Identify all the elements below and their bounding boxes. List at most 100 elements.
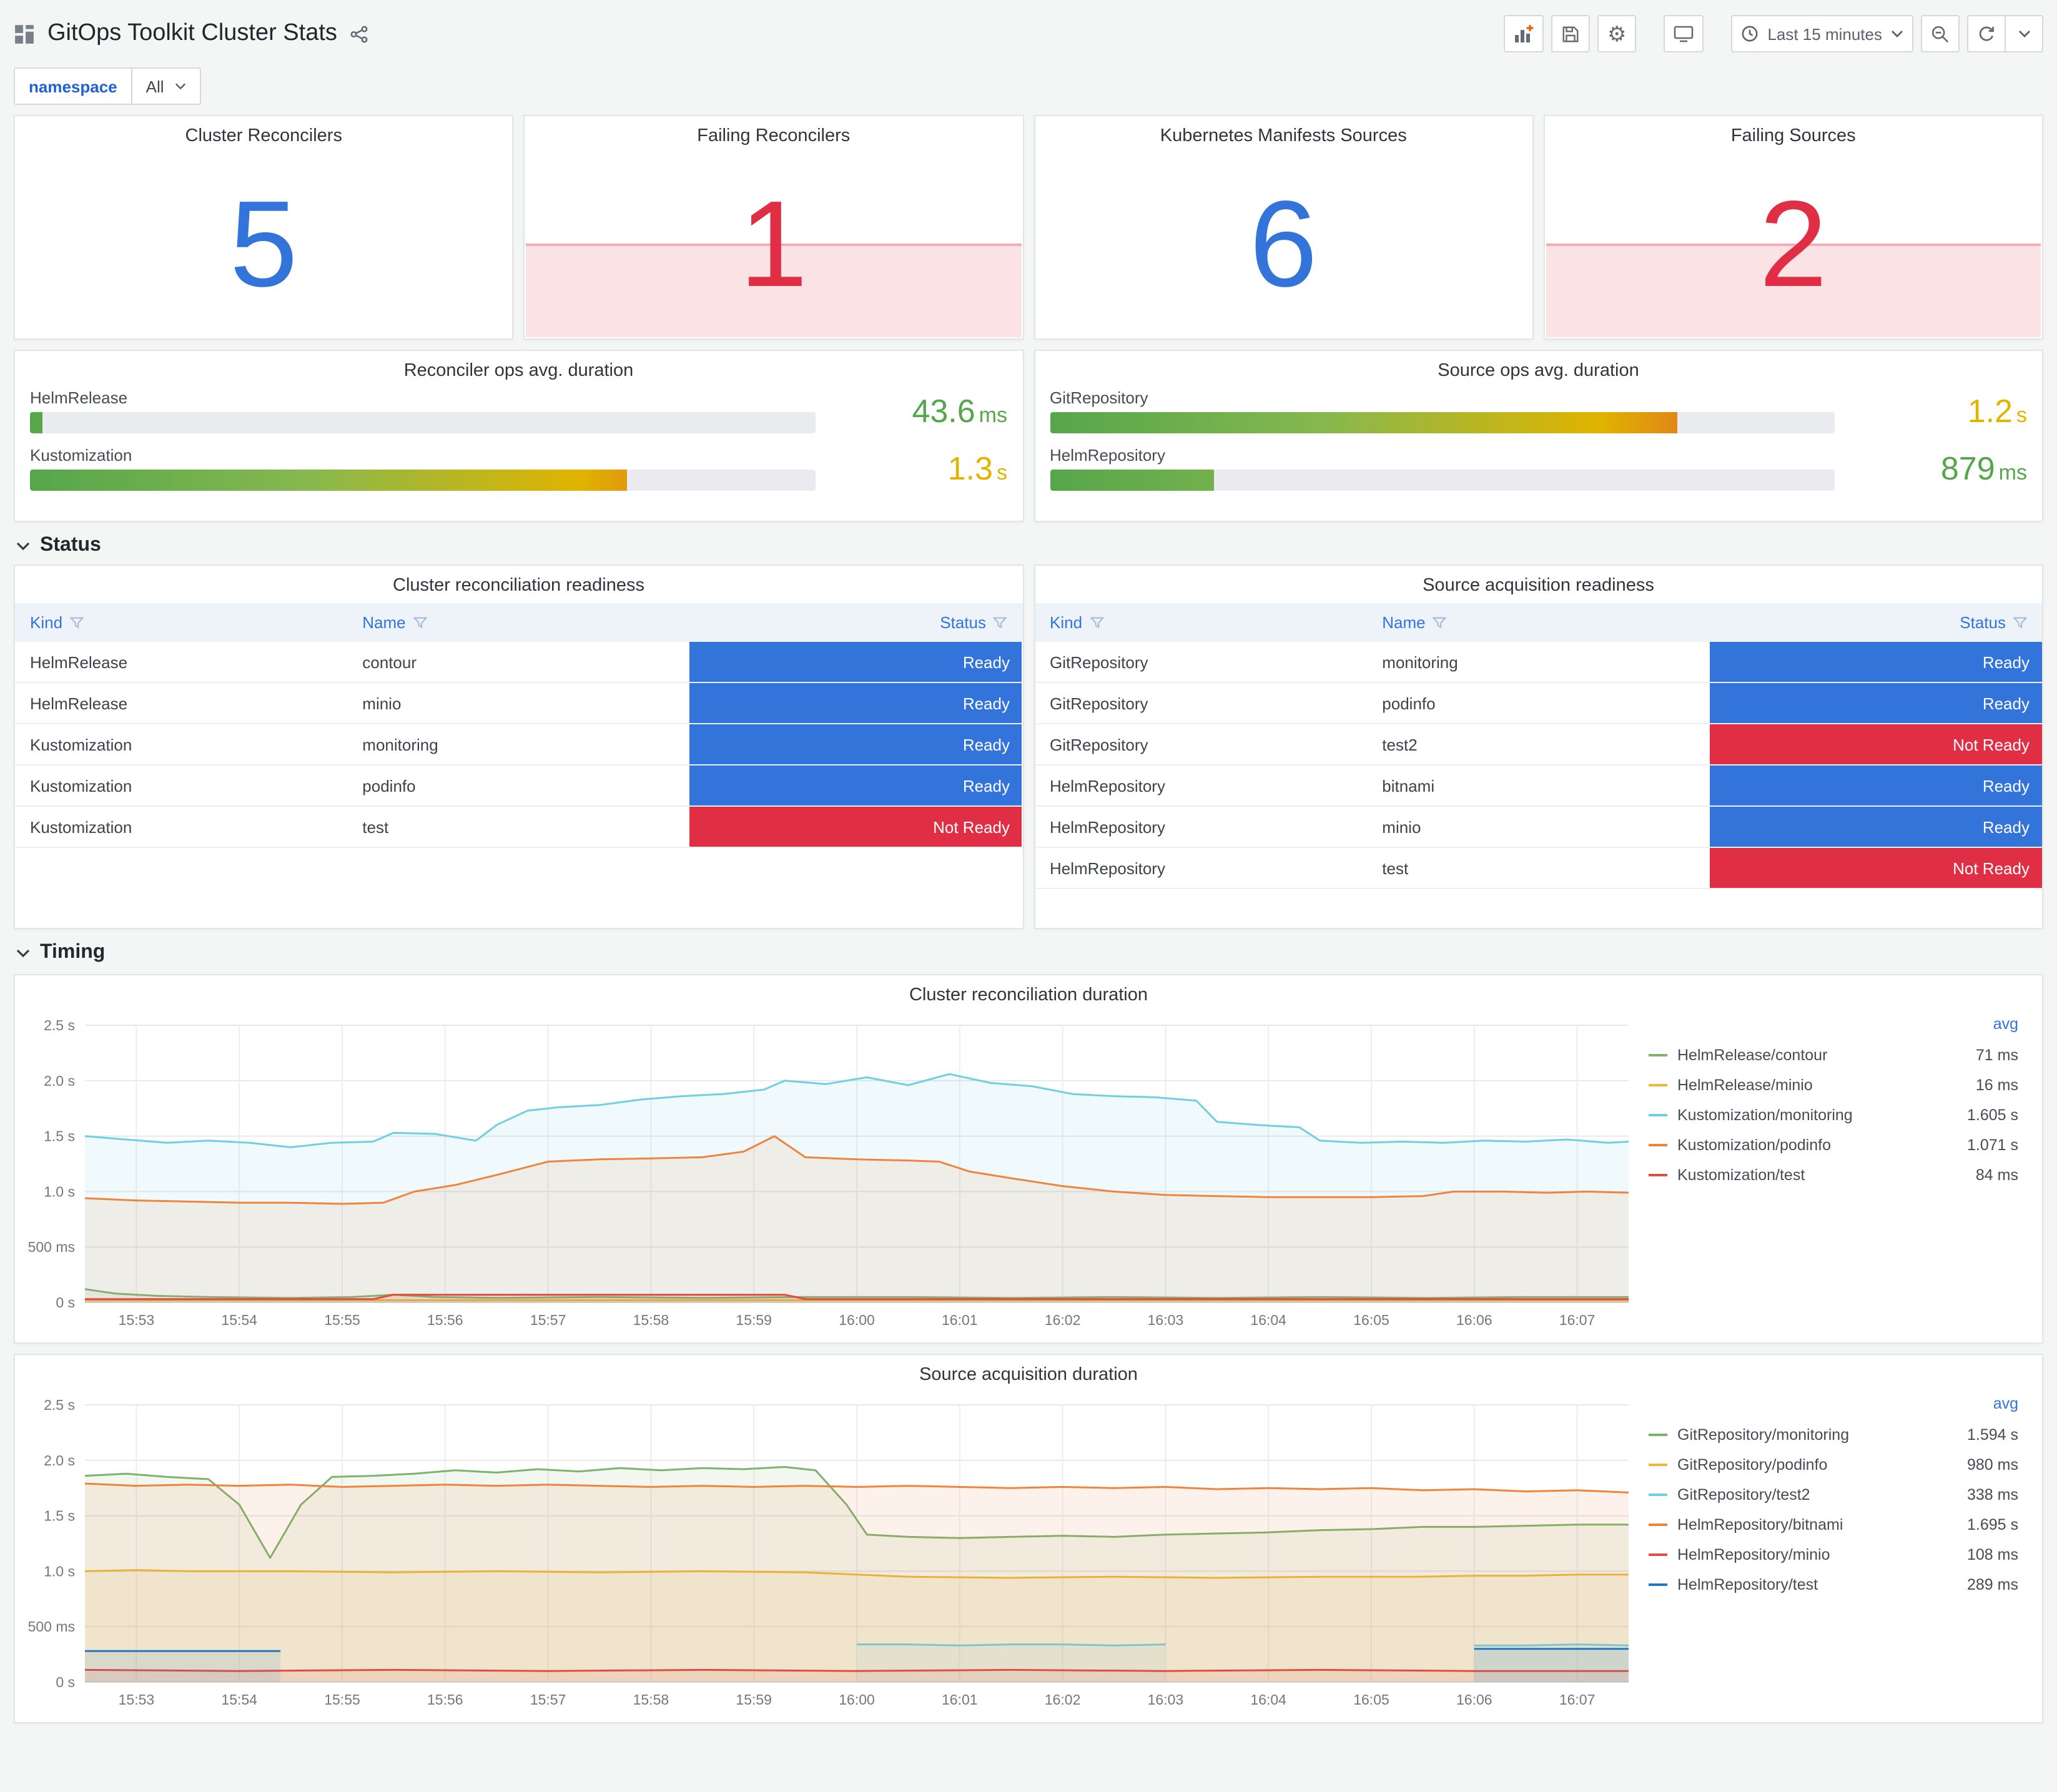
time-picker-button[interactable]: Last 15 minutes — [1731, 15, 1913, 52]
section-status-toggle[interactable]: Status — [16, 534, 2041, 557]
gauge-label: HelmRelease — [30, 388, 128, 407]
series-avg-value: 1.071 s — [1966, 1136, 2018, 1154]
filter-funnel-icon[interactable] — [1433, 616, 1447, 629]
x-tick-label: 16:01 — [942, 1312, 978, 1328]
column-header-label: Name — [1382, 613, 1426, 632]
section-timing-label: Timing — [40, 942, 106, 963]
refresh-button[interactable] — [1967, 15, 2006, 52]
variables-row: namespace All — [14, 62, 2043, 110]
dashboard-settings-button[interactable]: ⚙ — [1597, 15, 1637, 52]
cell-status: Ready — [1709, 642, 2042, 682]
add-panel-button[interactable] — [1503, 15, 1544, 52]
x-tick-label: 16:03 — [1148, 1691, 1184, 1708]
share-icon[interactable] — [350, 24, 368, 43]
panel-title[interactable]: Cluster reconciliation duration — [15, 975, 2042, 1010]
series-name[interactable]: Kustomization/test — [1677, 1166, 1976, 1184]
legend-item[interactable]: Kustomization/podinfo 1.071 s — [1649, 1130, 2018, 1160]
legend-item[interactable]: HelmRelease/minio 16 ms — [1649, 1070, 2018, 1100]
filter-funnel-icon[interactable] — [413, 616, 427, 629]
panel-title[interactable]: Failing Reconcilers — [525, 116, 1022, 151]
panel-title[interactable]: Source acquisition readiness — [1035, 566, 2042, 601]
panel-title[interactable]: Source acquisition duration — [15, 1355, 2042, 1390]
gauge-label: HelmRepository — [1050, 446, 1165, 465]
bar-gauge-fill — [1050, 470, 1215, 491]
panel-title[interactable]: Reconciler ops avg. duration — [30, 351, 1007, 386]
chart-canvas[interactable]: 0 s 500 ms 1.0 s 1.5 s 2.0 s 2.5 s 15:53 15:54 1… — [22, 1013, 1644, 1335]
legend-item[interactable]: GitRepository/monitoring 1.594 s — [1649, 1420, 2018, 1450]
legend-item[interactable]: Kustomization/monitoring 1.605 s — [1649, 1100, 2018, 1130]
panel-title[interactable]: Source ops avg. duration — [1050, 351, 2027, 386]
y-tick-label: 2.0 s — [44, 1073, 75, 1089]
section-timing-toggle[interactable]: Timing — [16, 942, 2041, 964]
save-dashboard-button[interactable] — [1551, 15, 1590, 52]
series-name[interactable]: Kustomization/monitoring — [1677, 1106, 1967, 1124]
series-color-dash-icon — [1649, 1553, 1667, 1556]
legend-item[interactable]: HelmRepository/test 289 ms — [1649, 1570, 2018, 1600]
x-tick-label: 15:59 — [736, 1691, 772, 1708]
y-tick-label: 0 s — [56, 1674, 75, 1690]
cell-name: contour — [362, 652, 417, 671]
legend-item[interactable]: Kustomization/test 84 ms — [1649, 1160, 2018, 1190]
gauge-value: 1.3 s — [832, 452, 1007, 485]
column-header-name[interactable]: Name — [1367, 613, 1709, 632]
series-name[interactable]: GitRepository/podinfo — [1677, 1456, 1967, 1474]
cell-status: Not Ready — [689, 807, 1022, 847]
legend-avg-header[interactable]: avg — [1649, 1015, 2018, 1040]
filter-funnel-icon[interactable] — [70, 616, 84, 629]
column-header-kind[interactable]: Kind — [1035, 613, 1367, 632]
panel-title[interactable]: Kubernetes Manifests Sources — [1035, 116, 1532, 151]
cycle-view-mode-button[interactable] — [1664, 15, 1704, 52]
dashboard-title: GitOps Toolkit Cluster Stats — [47, 20, 337, 46]
gauge-value: 43.6 ms — [832, 395, 1007, 427]
cell-status: Ready — [689, 683, 1022, 723]
series-avg-value: 16 ms — [1975, 1076, 2018, 1094]
cell-name: podinfo — [1382, 694, 1436, 712]
cell-kind: Kustomization — [30, 776, 132, 795]
series-color-dash-icon — [1649, 1054, 1667, 1056]
x-tick-label: 15:57 — [530, 1312, 566, 1328]
filter-funnel-icon[interactable] — [993, 616, 1007, 629]
series-color-dash-icon — [1649, 1114, 1667, 1116]
panel-title[interactable]: Cluster reconciliation readiness — [15, 566, 1022, 601]
series-name[interactable]: HelmRelease/contour — [1677, 1046, 1976, 1064]
legend-avg-header[interactable]: avg — [1649, 1395, 2018, 1420]
bar-gauge-panel: Source ops avg. duration GitRepository 1.2… — [1033, 350, 2043, 522]
caret-down-icon — [1892, 31, 1903, 37]
column-header-kind[interactable]: Kind — [15, 613, 347, 632]
panel-title[interactable]: Failing Sources — [1545, 116, 2042, 151]
x-tick-label: 16:06 — [1456, 1312, 1492, 1328]
series-name[interactable]: HelmRepository/bitnami — [1677, 1516, 1967, 1534]
zoom-out-button[interactable] — [1921, 15, 1960, 52]
series-name[interactable]: HelmRepository/test — [1677, 1576, 1967, 1593]
bar-gauge-fill — [1050, 412, 1678, 433]
series-name[interactable]: GitRepository/monitoring — [1677, 1426, 1967, 1444]
filter-funnel-icon[interactable] — [2013, 616, 2027, 629]
legend-item[interactable]: GitRepository/test2 338 ms — [1649, 1480, 2018, 1510]
cell-status: Ready — [1709, 766, 2042, 805]
column-header-name[interactable]: Name — [347, 613, 689, 632]
variable-namespace-dropdown[interactable]: All — [132, 67, 202, 105]
legend-item[interactable]: HelmRelease/contour 71 ms — [1649, 1040, 2018, 1070]
legend-item[interactable]: GitRepository/podinfo 980 ms — [1649, 1450, 2018, 1480]
bar-gauge-track — [30, 412, 815, 433]
legend-item[interactable]: HelmRepository/bitnami 1.695 s — [1649, 1510, 2018, 1540]
panel-title[interactable]: Cluster Reconcilers — [15, 116, 512, 151]
refresh-interval-caret-button[interactable] — [2006, 15, 2043, 52]
legend-item[interactable]: HelmRepository/minio 108 ms — [1649, 1540, 2018, 1570]
section-chevron-icon — [16, 948, 30, 957]
dashboard-grid-icon[interactable] — [14, 23, 35, 44]
y-tick-label: 2.5 s — [44, 1017, 75, 1033]
column-header-status[interactable]: Status — [690, 613, 1022, 632]
x-tick-label: 16:02 — [1045, 1312, 1081, 1328]
stat-panel: Cluster Reconcilers 5 — [14, 115, 514, 340]
series-name[interactable]: GitRepository/test2 — [1677, 1486, 1967, 1504]
chart-canvas[interactable]: 0 s 500 ms 1.0 s 1.5 s 2.0 s 2.5 s 15:53 15:54 1… — [22, 1392, 1644, 1715]
filter-funnel-icon[interactable] — [1090, 616, 1104, 629]
series-name[interactable]: HelmRelease/minio — [1677, 1076, 1976, 1094]
series-name[interactable]: Kustomization/podinfo — [1677, 1136, 1967, 1154]
gauge-value: 879 ms — [1852, 452, 2027, 485]
x-tick-label: 16:07 — [1559, 1691, 1596, 1708]
x-tick-label: 16:03 — [1148, 1312, 1184, 1328]
column-header-status[interactable]: Status — [1710, 613, 2042, 632]
series-name[interactable]: HelmRepository/minio — [1677, 1546, 1967, 1563]
